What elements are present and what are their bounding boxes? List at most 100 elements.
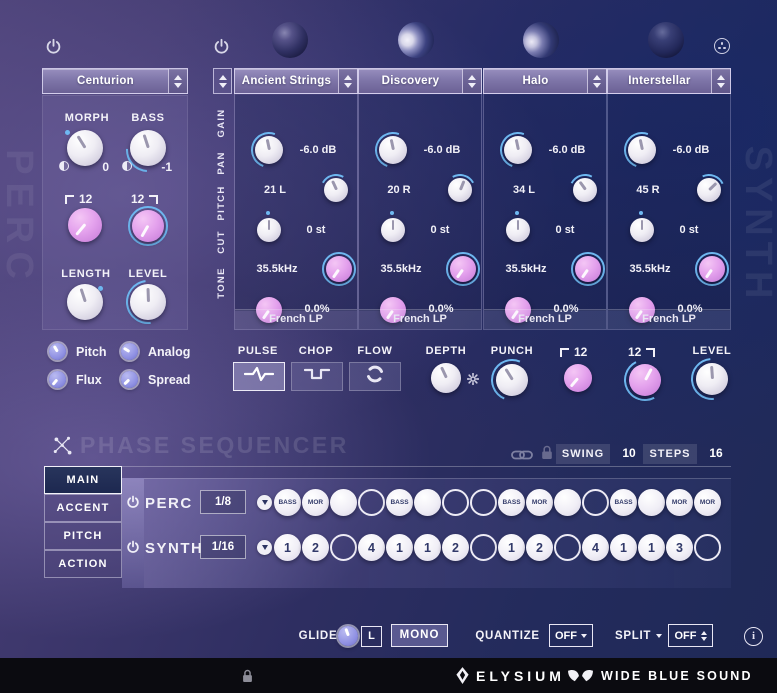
flux-toggle-label[interactable]: Flux <box>76 373 102 387</box>
pan-knob[interactable] <box>697 178 721 202</box>
seq-step-12[interactable]: 4 <box>582 534 609 561</box>
channel-preset-spinner[interactable] <box>711 69 730 93</box>
split-select[interactable]: OFF <box>668 624 713 647</box>
perc-attack-knob[interactable] <box>68 208 102 242</box>
perc-preset-spinner[interactable] <box>168 69 187 93</box>
seq-step-14[interactable]: 1 <box>638 534 665 561</box>
seq-step-1[interactable]: 1 <box>274 534 301 561</box>
seq-step-5[interactable]: 1 <box>386 534 413 561</box>
seq-step-11[interactable] <box>554 489 581 516</box>
randomize-icon[interactable] <box>714 38 730 54</box>
perc-rate-select[interactable]: 1/8 <box>200 490 246 514</box>
seq-step-15[interactable]: MOR <box>666 489 693 516</box>
mono-button[interactable]: MONO <box>391 624 448 647</box>
filter-type-select[interactable]: French LP <box>608 309 730 329</box>
spread-toggle-label[interactable]: Spread <box>148 373 190 387</box>
pitch-toggle-label[interactable]: Pitch <box>76 345 107 359</box>
perc-level-knob[interactable] <box>130 284 166 320</box>
perc-row-power-button[interactable] <box>126 495 140 514</box>
chop-mode-button[interactable] <box>291 362 343 391</box>
perc-preset-select[interactable]: Centurion <box>42 68 188 94</box>
filter-type-select[interactable]: French LP <box>359 309 481 329</box>
channel-preset-spinner[interactable] <box>338 69 357 93</box>
quantize-select[interactable]: OFF <box>549 624 593 647</box>
link-icon[interactable] <box>511 448 533 466</box>
pitch-knob[interactable] <box>506 218 530 242</box>
seq-tab-main[interactable]: MAIN <box>44 466 122 494</box>
pitch-knob[interactable] <box>381 218 405 242</box>
seq-step-9[interactable]: BASS <box>498 489 525 516</box>
synth-power-button[interactable] <box>213 38 230 60</box>
flux-toggle-knob[interactable] <box>49 371 66 388</box>
gain-knob[interactable] <box>504 136 532 164</box>
analog-toggle-label[interactable]: Analog <box>148 345 190 359</box>
pan-knob[interactable] <box>573 178 597 202</box>
seq-step-9[interactable]: 1 <box>498 534 525 561</box>
filter-type-select[interactable]: French LP <box>484 309 606 329</box>
glide-knob[interactable] <box>338 626 358 646</box>
punch-knob[interactable] <box>496 364 528 396</box>
perc-power-button[interactable] <box>45 38 62 60</box>
swing-button[interactable]: SWING <box>556 444 610 464</box>
synth-row-power-button[interactable] <box>126 540 140 559</box>
depth-settings-gear-icon[interactable] <box>467 372 479 390</box>
gain-knob[interactable] <box>628 136 656 164</box>
lock-icon[interactable] <box>541 445 553 465</box>
pan-knob[interactable] <box>324 178 348 202</box>
latch-button[interactable]: L <box>361 626 382 647</box>
pan-knob[interactable] <box>448 178 472 202</box>
flow-level-knob[interactable] <box>696 363 728 395</box>
depth-knob[interactable] <box>431 363 461 393</box>
spread-toggle-knob[interactable] <box>121 371 138 388</box>
seq-step-4[interactable]: 4 <box>358 534 385 561</box>
flow-attack-knob[interactable] <box>564 364 592 392</box>
seq-step-10[interactable]: MOR <box>526 489 553 516</box>
cut-knob[interactable] <box>322 252 356 286</box>
cut-knob[interactable] <box>446 252 480 286</box>
seq-step-3[interactable] <box>330 534 357 561</box>
pitch-knob[interactable] <box>630 218 654 242</box>
filter-type-select[interactable]: French LP <box>235 309 357 329</box>
channel-preset-spinner[interactable] <box>462 69 481 93</box>
gain-knob[interactable] <box>379 136 407 164</box>
channel-preset-select[interactable]: Interstellar <box>607 68 731 94</box>
channel-preset-select[interactable]: Halo <box>483 68 607 94</box>
steps-value[interactable]: 16 <box>701 446 731 460</box>
cut-knob[interactable] <box>571 252 605 286</box>
cut-knob[interactable] <box>695 252 729 286</box>
seq-step-16[interactable]: MOR <box>694 489 721 516</box>
perc-row-dropdown[interactable] <box>257 495 272 510</box>
seq-step-13[interactable]: BASS <box>610 489 637 516</box>
seq-step-12[interactable] <box>582 489 609 516</box>
seq-step-6[interactable]: 1 <box>414 534 441 561</box>
length-knob[interactable] <box>67 284 103 320</box>
pulse-mode-button[interactable] <box>233 362 285 391</box>
split-label-group[interactable]: SPLIT <box>615 630 662 642</box>
seq-step-14[interactable] <box>638 489 665 516</box>
seq-step-6[interactable] <box>414 489 441 516</box>
analog-toggle-knob[interactable] <box>121 343 138 360</box>
channel-shift-spinner[interactable] <box>213 68 232 94</box>
seq-step-8[interactable] <box>470 489 497 516</box>
seq-step-2[interactable]: 2 <box>302 534 329 561</box>
seq-tab-pitch[interactable]: PITCH <box>44 522 122 550</box>
flow-release-knob[interactable] <box>629 364 661 396</box>
seq-step-7[interactable]: 2 <box>442 534 469 561</box>
seq-step-3[interactable] <box>330 489 357 516</box>
seq-step-7[interactable] <box>442 489 469 516</box>
seq-step-1[interactable]: BASS <box>274 489 301 516</box>
pitch-knob[interactable] <box>257 218 281 242</box>
seq-step-15[interactable]: 3 <box>666 534 693 561</box>
channel-preset-select[interactable]: Ancient Strings <box>234 68 358 94</box>
seq-step-11[interactable] <box>554 534 581 561</box>
seq-step-2[interactable]: MOR <box>302 489 329 516</box>
seq-step-4[interactable] <box>358 489 385 516</box>
info-icon[interactable]: i <box>744 627 763 646</box>
seq-step-10[interactable]: 2 <box>526 534 553 561</box>
swing-value[interactable]: 10 <box>614 446 644 460</box>
seq-step-16[interactable] <box>694 534 721 561</box>
seq-tab-accent[interactable]: ACCENT <box>44 494 122 522</box>
seq-step-13[interactable]: 1 <box>610 534 637 561</box>
perc-release-knob[interactable] <box>128 206 168 246</box>
synth-rate-select[interactable]: 1/16 <box>200 535 246 559</box>
